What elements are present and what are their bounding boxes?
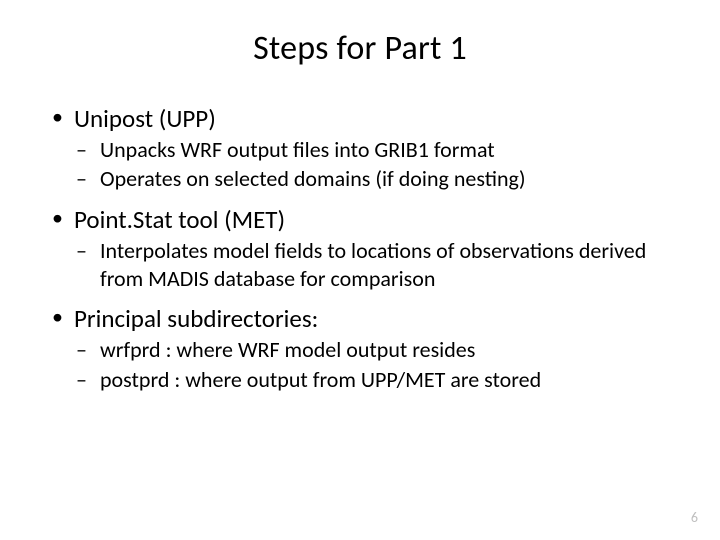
bullet-list-level2: Unpacks WRF output files into GRIB1 form… bbox=[74, 136, 672, 193]
list-item-label: Operates on selected domains (if doing n… bbox=[100, 165, 526, 192]
list-item: postprd : where output from UPP/MET are … bbox=[74, 366, 672, 394]
list-item-label: Unpacks WRF output files into GRIB1 form… bbox=[100, 136, 495, 163]
list-item: Operates on selected domains (if doing n… bbox=[74, 165, 672, 193]
bullet-list-level2: Interpolates model fields to locations o… bbox=[74, 237, 672, 293]
list-item-label: postprd : where output from UPP/MET are … bbox=[100, 366, 541, 393]
list-item-label: Principal subdirectories: bbox=[74, 303, 318, 334]
list-item: wrfprd : where WRF model output resides bbox=[74, 336, 672, 364]
page-number: 6 bbox=[691, 509, 698, 526]
list-item: Interpolates model fields to locations o… bbox=[74, 237, 672, 293]
list-item: Unipost (UPP) Unpacks WRF output files i… bbox=[48, 103, 672, 194]
slide-title: Steps for Part 1 bbox=[48, 28, 672, 69]
list-item-label: wrfprd : where WRF model output resides bbox=[100, 336, 475, 363]
list-item: Unpacks WRF output files into GRIB1 form… bbox=[74, 136, 672, 164]
slide: Steps for Part 1 Unipost (UPP) Unpacks W… bbox=[0, 0, 720, 540]
list-item: Principal subdirectories: wrfprd : where… bbox=[48, 303, 672, 394]
bullet-list-level1: Unipost (UPP) Unpacks WRF output files i… bbox=[48, 103, 672, 394]
list-item-label: Unipost (UPP) bbox=[74, 103, 216, 134]
list-item-label: Interpolates model fields to locations o… bbox=[100, 237, 646, 292]
list-item-label: Point.Stat tool (MET) bbox=[74, 204, 285, 235]
bullet-list-level2: wrfprd : where WRF model output resides … bbox=[74, 336, 672, 393]
list-item: Point.Stat tool (MET) Interpolates model… bbox=[48, 204, 672, 294]
